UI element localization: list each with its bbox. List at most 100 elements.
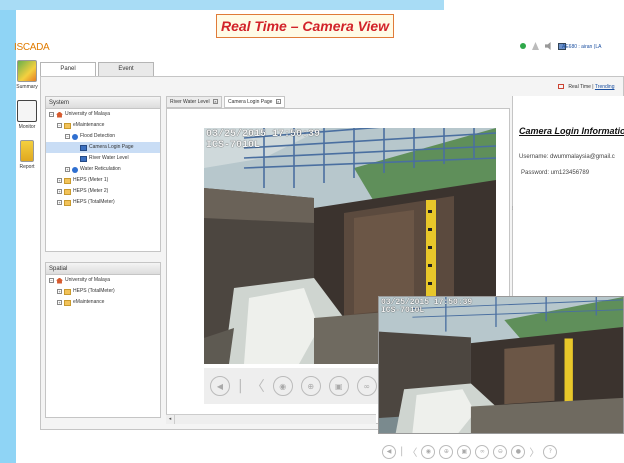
tab-panel[interactable]: Panel	[40, 62, 96, 76]
camera-view-inset[interactable]: 03/25/2015 17:50:39 ICS-7010L	[378, 296, 624, 434]
tree-row-label: Camera Login Page	[89, 144, 134, 150]
mic-icon[interactable]: ●	[511, 444, 526, 459]
connection-status-icon	[520, 43, 526, 49]
link-icon[interactable]: ⊖	[493, 444, 508, 459]
tree-row[interactable]: − Flood Detection	[46, 131, 160, 142]
camera-username: Username: dwummalaysia@gmail.c	[519, 154, 615, 160]
prev-icon[interactable]: 〈	[407, 444, 417, 459]
tree-row[interactable]: − eMaintenance	[46, 120, 160, 131]
content-tabs: River Water Level × Camera Login Page ×	[166, 96, 287, 108]
user-info[interactable]: AE680 : airan (LA	[562, 44, 601, 50]
next-icon[interactable]: 〉	[529, 444, 539, 459]
tree-row[interactable]: − University of Malaya	[46, 275, 160, 286]
realtime-link[interactable]: Real Time	[568, 84, 591, 90]
speaker-status-icon[interactable]	[545, 42, 551, 50]
tree-row-label: Flood Detection	[80, 133, 116, 139]
camera-password: Password: um123456789	[521, 170, 590, 176]
zoom-icon[interactable]: ⊕	[300, 376, 321, 396]
tree-row[interactable]: + HEPS (Meter 1)	[46, 175, 160, 186]
folder-icon	[64, 122, 71, 129]
tab-camera-login-page-label: Camera Login Page	[227, 99, 273, 105]
camera-id: ICS-7010L	[206, 139, 261, 151]
collapse-icon[interactable]: −	[65, 134, 70, 139]
camera-overlay: 03/25/2015 17:50:39 ICS-7010L	[206, 129, 321, 151]
tree-row[interactable]: + HEPS (Meter 2)	[46, 186, 160, 197]
close-icon[interactable]: ×	[275, 99, 281, 104]
top-decoration-strip	[0, 0, 444, 10]
tree-row[interactable]: + eMaintenance	[46, 297, 160, 308]
caption-title: Real Time – Camera View	[220, 18, 390, 34]
leaf-spacer	[73, 156, 78, 161]
tree-row-label: HEPS (TotalMeter)	[73, 288, 115, 294]
spatial-tree-panel: Spatial − University of Malaya + HEPS (Tota…	[45, 262, 161, 418]
tree-row-label: University of Malaya	[65, 111, 111, 117]
tree-row[interactable]: + HEPS (TotalMeter)	[46, 197, 160, 208]
expand-icon[interactable]: +	[57, 300, 62, 305]
snapshot-icon[interactable]: ◉	[421, 444, 436, 459]
tree-row[interactable]: Camera Login Page	[46, 142, 160, 153]
tree-row-label: HEPS (Meter 2)	[73, 188, 109, 194]
stream-icon[interactable]: ∞	[356, 376, 377, 396]
speaker-icon[interactable]: ◀	[382, 444, 396, 459]
collapse-icon[interactable]: −	[49, 112, 54, 117]
tab-camera-login-page[interactable]: Camera Login Page ×	[223, 96, 285, 108]
scroll-left-icon[interactable]: ◂	[166, 415, 175, 424]
splitter-handle[interactable]: ⁞	[512, 206, 513, 212]
zoom-icon[interactable]: ⊕	[439, 444, 454, 459]
summary-icon	[17, 60, 37, 82]
camera-feed-image-inset	[379, 297, 623, 433]
tree-row-label: HEPS (TotalMeter)	[73, 199, 115, 205]
snapshot-icon[interactable]: ◉	[272, 376, 293, 396]
status-icons	[520, 42, 566, 50]
expand-icon[interactable]: +	[65, 167, 70, 172]
tab-river-water-level[interactable]: River Water Level ×	[166, 96, 222, 108]
leaf-spacer	[73, 145, 78, 150]
trending-link[interactable]: Trending	[595, 84, 615, 90]
separator: |	[238, 378, 243, 394]
tree-row[interactable]: + Water Reticulation	[46, 164, 160, 175]
camera-controls-inset: ◀ | 〈 ◉ ⊕ ▣ ∞ ⊖ ● 〉 ?	[378, 440, 624, 463]
expand-icon[interactable]: +	[57, 189, 62, 194]
extra-icon[interactable]: ?	[543, 444, 558, 459]
nav-report[interactable]: Report	[16, 140, 38, 176]
camera-timestamp: 03/25/2015 17:50:39	[206, 129, 321, 140]
nav-summary[interactable]: Summary	[16, 60, 38, 96]
tree-row[interactable]: + HEPS (TotalMeter)	[46, 286, 160, 297]
tree-row-label: HEPS (Meter 1)	[73, 177, 109, 183]
separator: |	[400, 446, 404, 457]
camera-info-title: Camera Login Information:	[519, 126, 624, 136]
tree-row-label: River Water Level	[89, 155, 129, 161]
expand-icon[interactable]: +	[57, 289, 62, 294]
left-decoration-strip	[0, 0, 16, 463]
cam-icon	[80, 155, 87, 162]
alarm-icon[interactable]	[532, 42, 539, 50]
tree-row-label: Water Reticulation	[80, 166, 121, 172]
collapse-icon[interactable]: −	[57, 123, 62, 128]
system-tree-panel: System − University of Malaya − eMaintenanc…	[45, 96, 161, 252]
system-tree-rows: − University of Malaya − eMaintenance − Flood…	[46, 109, 160, 208]
tree-row[interactable]: River Water Level	[46, 153, 160, 164]
expand-icon[interactable]: +	[57, 200, 62, 205]
camera-overlay-inset: 03/25/2015 17:50:39 ICS-7010L	[381, 298, 472, 316]
folder-icon	[64, 188, 71, 195]
tab-event[interactable]: Event	[98, 62, 154, 76]
prev-icon[interactable]: 〈	[251, 376, 265, 396]
nav-monitor[interactable]: Monitor	[16, 100, 38, 136]
record-icon[interactable]: ▣	[328, 376, 349, 396]
collapse-icon[interactable]: −	[49, 278, 54, 283]
record-icon[interactable]: ▣	[457, 444, 472, 459]
folder-icon	[64, 299, 71, 306]
camera-id-inset: ICS-7010L	[381, 306, 425, 316]
horizontal-scrollbar[interactable]: ◂	[166, 414, 376, 424]
monitor-icon	[17, 100, 37, 122]
speaker-icon[interactable]: ◀	[210, 376, 230, 396]
folder-icon	[64, 288, 71, 295]
stream-icon[interactable]: ∞	[475, 444, 490, 459]
system-tree-title: System	[46, 97, 160, 109]
tree-row[interactable]: − University of Malaya	[46, 109, 160, 120]
nav-report-label: Report	[19, 164, 35, 170]
tab-river-water-level-label: River Water Level	[170, 99, 210, 105]
globe-icon	[72, 166, 78, 173]
close-icon[interactable]: ×	[212, 99, 218, 104]
expand-icon[interactable]: +	[57, 178, 62, 183]
